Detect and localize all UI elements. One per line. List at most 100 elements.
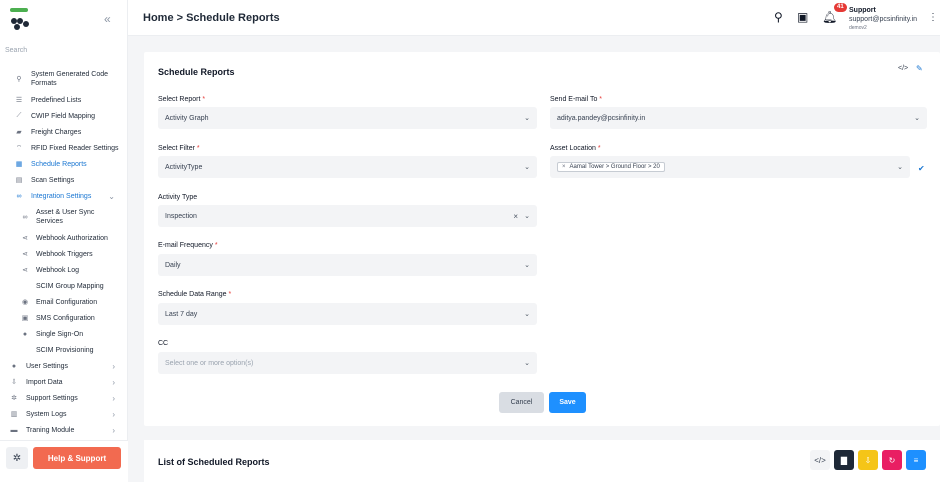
sidebar-item-scim-group-mapping[interactable]: SCIM Group Mapping	[0, 278, 128, 294]
schedule-reports-card: Schedule Reports </> ✎ Select Report * A…	[144, 52, 940, 426]
sidebar-item-support-settings[interactable]: ✲ Support Settings ›	[0, 390, 128, 406]
schedule-data-range-label: Schedule Data Range *	[158, 291, 232, 298]
sidebar-item-email-configuration[interactable]: ◉ Email Configuration	[0, 294, 128, 310]
breadcrumb: Home > Schedule Reports	[143, 12, 280, 24]
sidebar: « Search ⚲ System Generated Code Formats …	[0, 0, 128, 482]
scheduled-reports-list-card: List of Scheduled Reports </> ▇ ⇩ ↻ ≡	[144, 440, 940, 482]
link-icon: ∞	[16, 192, 22, 200]
asset-location-multiselect[interactable]: × Aamal Tower > Ground Floor > 20 ⌄	[550, 156, 910, 178]
chevron-down-icon: ⌄	[524, 164, 530, 171]
sidebar-search[interactable]: Search	[5, 47, 27, 54]
activity-type-label: Activity Type	[158, 194, 198, 201]
sidebar-item-scim-provisioning[interactable]: SCIM Provisioning	[0, 342, 128, 358]
chevron-right-icon: ›	[112, 393, 115, 403]
select-filter-dropdown[interactable]: ActivityType ⌄	[158, 156, 537, 178]
chevron-right-icon: ›	[112, 425, 115, 435]
email-frequency-dropdown[interactable]: Daily ⌄	[158, 254, 537, 276]
user-role: demov2	[849, 25, 867, 31]
sidebar-item-single-sign-on[interactable]: ● Single Sign-On	[0, 326, 128, 342]
cc-label: CC	[158, 340, 169, 347]
bell-icon[interactable]: 🔔︎	[822, 10, 837, 24]
chevron-right-icon: ›	[112, 361, 115, 371]
activity-type-dropdown[interactable]: Inspection × ⌄	[158, 205, 537, 227]
chevron-down-icon: ⌄	[524, 115, 530, 122]
code-icon[interactable]: </>	[898, 65, 908, 72]
sidebar-item-sms-configuration[interactable]: ▣ SMS Configuration	[0, 310, 128, 326]
export-pdf-button[interactable]: ▇	[834, 450, 854, 470]
file-icon: ▇	[840, 455, 848, 465]
send-email-to-label: Send E-mail To *	[550, 96, 603, 103]
chevron-right-icon: ›	[112, 377, 115, 387]
download-icon: ⇩	[864, 455, 872, 465]
barcode-icon: ▤	[15, 177, 23, 184]
gears-icon: ✲	[12, 452, 22, 464]
truck-icon: ▰	[16, 129, 22, 136]
sidebar-item-integration-settings[interactable]: ∞ Integration Settings ⌄	[0, 188, 128, 204]
sidebar-item-user-settings[interactable]: ● User Settings ›	[0, 358, 128, 374]
help-support-button[interactable]: Help & Support	[33, 447, 121, 469]
share-icon: ⋖	[22, 235, 28, 242]
code-view-button[interactable]: </>	[810, 450, 830, 470]
cc-multiselect[interactable]: Select one or more option(s) ⌄	[158, 352, 537, 374]
notification-badge: 41	[834, 3, 847, 12]
chevron-down-icon: ⌄	[897, 164, 903, 171]
at-icon: ◉	[21, 299, 29, 306]
list-title: List of Scheduled Reports	[158, 457, 270, 467]
asset-location-chip[interactable]: × Aamal Tower > Ground Floor > 20	[557, 162, 665, 172]
briefcase-icon: ▬	[10, 426, 18, 434]
sidebar-item-system-generated-code-formats[interactable]: ⚲ System Generated Code Formats	[0, 66, 128, 92]
sidebar-item-schedule-reports[interactable]: ▦ Schedule Reports	[0, 156, 128, 172]
code-icon: </>	[814, 455, 826, 465]
download-button[interactable]: ⇩	[858, 450, 878, 470]
list-icon: ☰	[15, 97, 23, 104]
chevron-down-icon: ⌄	[524, 213, 530, 220]
sidebar-item-import-data[interactable]: ⇩ Import Data ›	[0, 374, 128, 390]
wand-icon: ⟋	[16, 112, 22, 119]
clear-icon[interactable]: ×	[513, 212, 518, 221]
sidebar-item-traning-module[interactable]: ▬ Traning Module ›	[0, 422, 128, 438]
user-name: Support	[849, 7, 876, 14]
edit-pencil-icon[interactable]: ✎	[916, 64, 923, 73]
chip-remove-icon[interactable]: ×	[562, 164, 566, 170]
share-icon: ⋖	[22, 267, 28, 274]
sidebar-item-webhook-log[interactable]: ⋖ Webhook Log	[0, 262, 128, 278]
send-email-to-dropdown[interactable]: aditya.pandey@pcsinfinity.in ⌄	[550, 107, 927, 129]
link-icon: ∞	[22, 213, 28, 221]
zoom-search-icon[interactable]: ⚲	[774, 10, 783, 24]
refresh-icon: ↻	[888, 455, 896, 465]
chevron-down-icon: ⌄	[524, 311, 530, 318]
scan-barcode-icon[interactable]: ▣	[797, 10, 808, 24]
sidebar-item-scan-settings[interactable]: ▤ Scan Settings	[0, 172, 128, 188]
schedule-data-range-dropdown[interactable]: Last 7 day ⌄	[158, 303, 537, 325]
refresh-button[interactable]: ↻	[882, 450, 902, 470]
more-options-icon[interactable]: ⋮	[928, 12, 938, 23]
sidebar-item-asset-user-sync-services[interactable]: ∞ Asset & User Sync Services	[0, 204, 128, 230]
columns-icon: ≡	[913, 455, 919, 465]
card-title: Schedule Reports	[158, 67, 235, 77]
share-icon: ⋖	[22, 251, 28, 258]
select-filter-label: Select Filter *	[158, 145, 200, 152]
gears-icon: ✲	[11, 395, 17, 402]
chevron-down-icon: ⌄	[108, 191, 115, 201]
confirm-check-icon[interactable]: ✔	[918, 164, 925, 173]
columns-button[interactable]: ≡	[906, 450, 926, 470]
asset-location-label: Asset Location *	[550, 145, 601, 152]
sidebar-item-system-logs[interactable]: ▥ System Logs ›	[0, 406, 128, 422]
sidebar-item-cwip-field-mapping[interactable]: ⟋ CWIP Field Mapping	[0, 108, 128, 124]
company-logo	[10, 8, 32, 34]
import-icon: ⇩	[11, 379, 17, 386]
code-format-icon: ⚲	[16, 76, 22, 83]
sidebar-item-predefined-lists[interactable]: ☰ Predefined Lists	[0, 92, 128, 108]
cancel-button[interactable]: Cancel	[499, 392, 544, 413]
collapse-sidebar-icon[interactable]: «	[104, 12, 111, 26]
save-button[interactable]: Save	[549, 392, 586, 413]
settings-gear-button[interactable]: ✲	[6, 447, 28, 469]
sidebar-item-webhook-authorization[interactable]: ⋖ Webhook Authorization	[0, 230, 128, 246]
sidebar-item-rfid-fixed-reader-settings[interactable]: ⌔ RFID Fixed Reader Settings	[0, 140, 128, 156]
sidebar-item-webhook-triggers[interactable]: ⋖ Webhook Triggers	[0, 246, 128, 262]
chevron-down-icon: ⌄	[524, 262, 530, 269]
top-header: Home > Schedule Reports ⚲ ▣ 🔔︎ 41 Suppor…	[128, 0, 940, 36]
wifi-icon: ⌔	[15, 144, 23, 152]
sidebar-item-freight-charges[interactable]: ▰ Freight Charges	[0, 124, 128, 140]
select-report-dropdown[interactable]: Activity Graph ⌄	[158, 107, 537, 129]
